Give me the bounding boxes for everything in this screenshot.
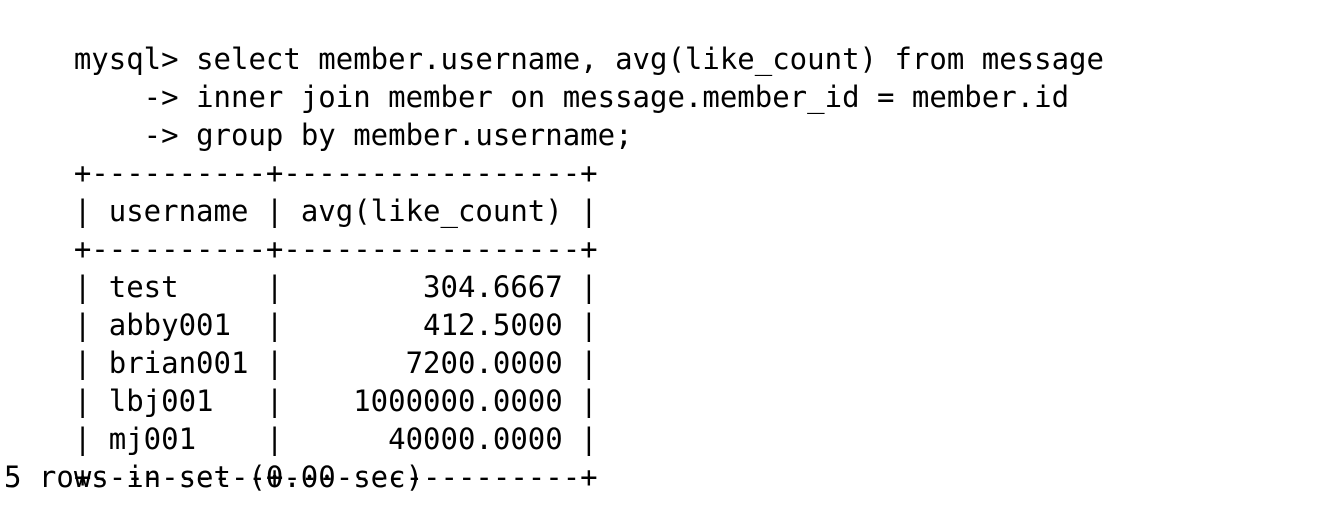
continuation-prompt: ->	[73, 80, 197, 114]
table-row-text: | brian001 | 7200.0000 |	[73, 346, 598, 380]
table-header-text: | username | avg(like_count) |	[73, 194, 598, 228]
mysql-prompt: mysql>	[73, 42, 197, 76]
result-summary: 5 rows in set (0.00 sec)	[4, 460, 424, 494]
mysql-terminal[interactable]: mysql> select member.username, avg(like_…	[0, 0, 1344, 518]
query-text-line-1: select member.username, avg(like_count) …	[196, 42, 1104, 76]
query-text-line-3: group by member.username;	[196, 118, 633, 152]
query-text-line-2: inner join member on message.member_id =…	[196, 80, 1070, 114]
continuation-prompt: ->	[73, 118, 197, 152]
table-border-text: +----------+-----------------+	[73, 156, 598, 190]
table-row-text: | test | 304.6667 |	[73, 270, 598, 304]
table-row-text: | lbj001 | 1000000.0000 |	[73, 384, 598, 418]
query-line-1: mysql> select member.username, avg(like_…	[4, 2, 1344, 76]
table-border-text: +----------+-----------------+	[73, 232, 598, 266]
table-row-text: | mj001 | 40000.0000 |	[73, 422, 598, 456]
table-row-text: | abby001 | 412.5000 |	[73, 308, 598, 342]
